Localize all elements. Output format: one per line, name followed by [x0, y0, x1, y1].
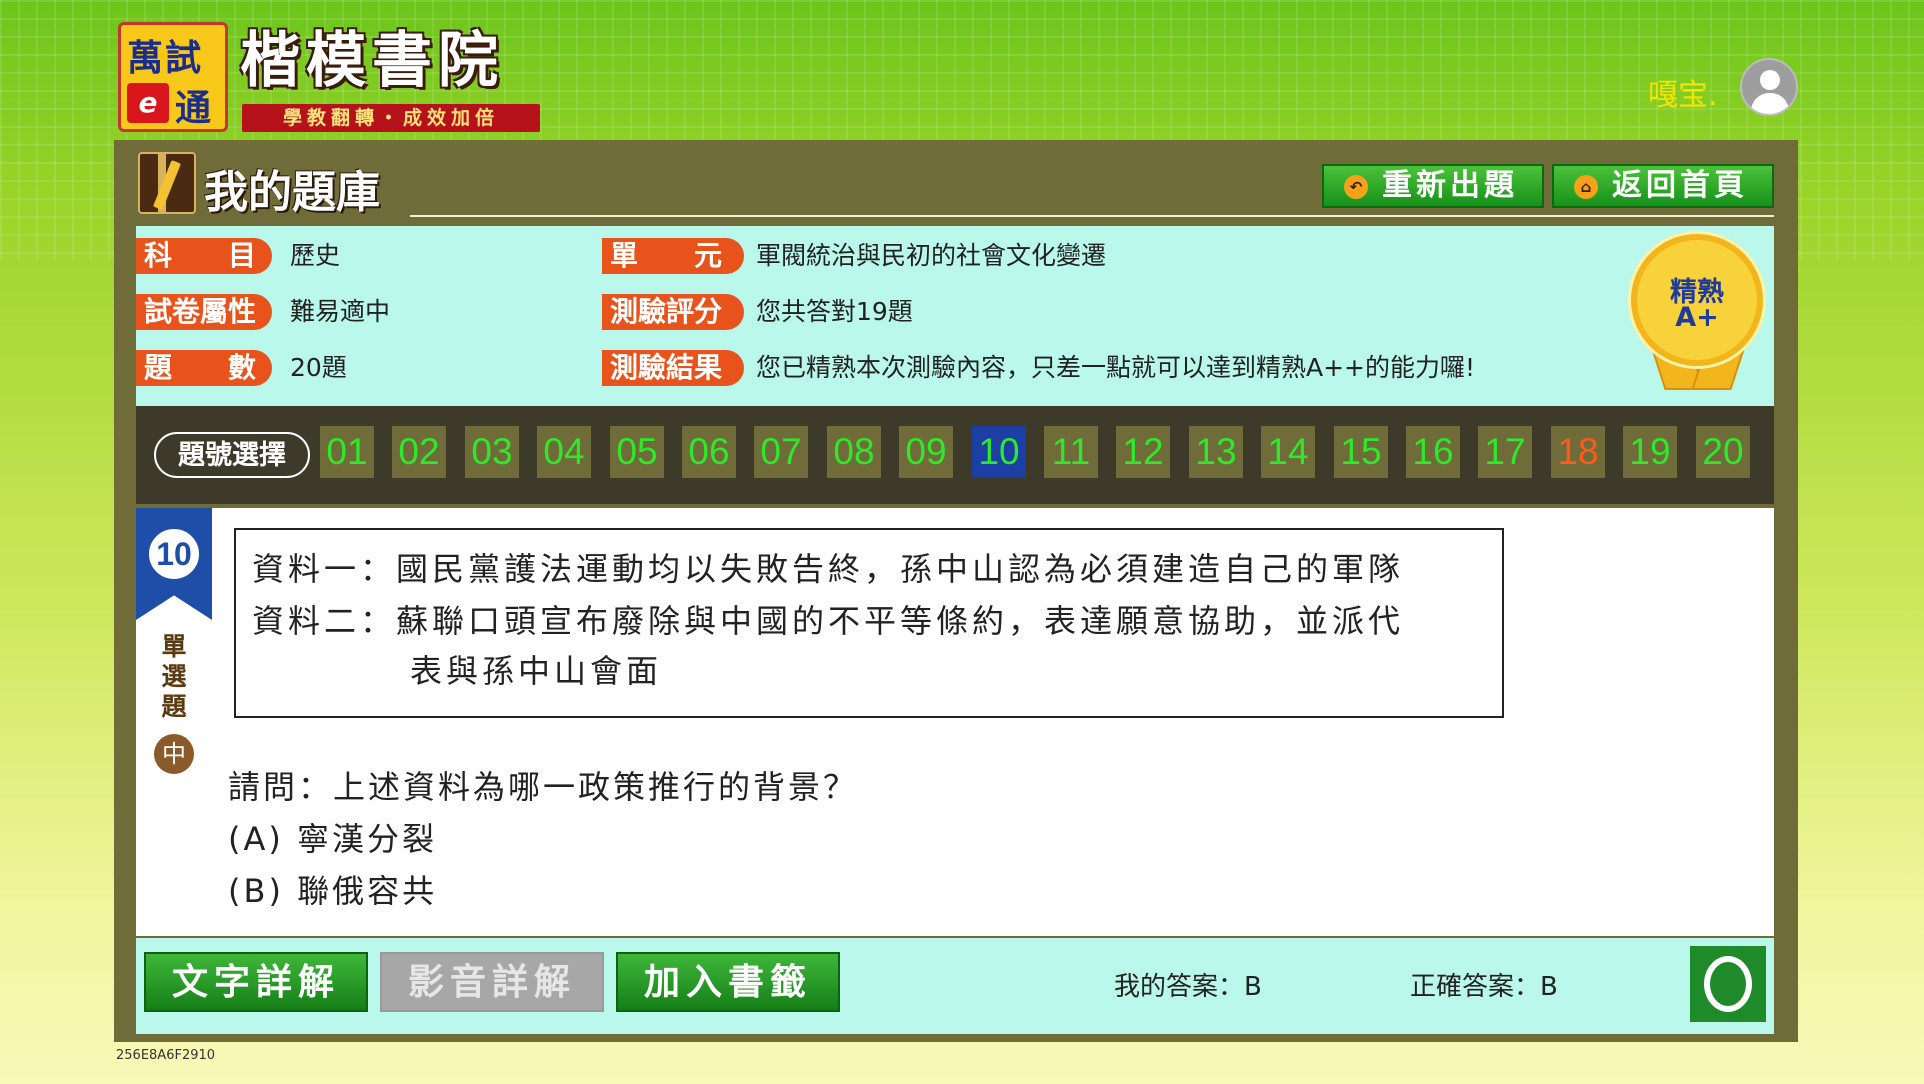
reset-button[interactable]: ↶ 重新出題	[1322, 164, 1544, 208]
unit-label: 單 元	[602, 238, 744, 274]
option-b[interactable]: (B) 聯俄容共	[228, 866, 437, 912]
question-number-17[interactable]: 17	[1478, 426, 1532, 478]
add-bookmark-button[interactable]: 加入書籤	[616, 952, 840, 1012]
wanshi-logo: 萬試 e 通	[118, 22, 228, 132]
reset-button-label: 重新出題	[1382, 168, 1518, 203]
answer-bar: 文字詳解 影音詳解 加入書籤 我的答案：B 正確答案：B	[136, 938, 1774, 1034]
source-line-1: 資料一：國民黨護法運動均以失敗告終，孫中山認為必須建造自己的軍隊	[252, 550, 1405, 588]
question-number-04[interactable]: 04	[537, 426, 591, 478]
user-name[interactable]: 嘎宝.	[1648, 70, 1718, 114]
correct-circle-icon	[1690, 946, 1766, 1022]
my-answer: 我的答案：B	[1114, 972, 1262, 1002]
question-number: 10	[146, 526, 202, 582]
result-value: 您已精熟本次測驗內容，只差一點就可以達到精熟A++的能力囉!	[756, 353, 1476, 382]
question-number-05[interactable]: 05	[610, 426, 664, 478]
question-number-01[interactable]: 01	[320, 426, 374, 478]
score-value: 您共答對19題	[756, 297, 913, 326]
question-select-label: 題號選擇	[154, 432, 310, 478]
user-avatar-icon[interactable]	[1740, 58, 1798, 116]
source-line-3: 表與孫中山會面	[410, 652, 663, 690]
question-number-15[interactable]: 15	[1334, 426, 1388, 478]
question-type-char: 題	[161, 692, 187, 721]
question-bank-panel: 我的題庫 ↶ 重新出題 ⌂ 返回首頁 科 目 歷史 試卷屬性 難易適中 題 數 …	[114, 140, 1798, 1042]
count-value: 20題	[290, 353, 347, 382]
question-number-13[interactable]: 13	[1189, 426, 1243, 478]
question-number-20[interactable]: 20	[1696, 426, 1750, 478]
question-number-16[interactable]: 16	[1406, 426, 1460, 478]
paper-value: 難易適中	[290, 297, 391, 326]
source-material-box: 資料一：國民黨護法運動均以失敗告終，孫中山認為必須建造自己的軍隊 資料二：蘇聯口…	[234, 528, 1504, 718]
question-number-11[interactable]: 11	[1044, 426, 1098, 478]
mastery-badge-icon: 精熟 A+	[1634, 240, 1760, 390]
subject-label: 科 目	[136, 238, 272, 274]
logo-left-line2: 通	[175, 87, 212, 129]
question-number-09[interactable]: 09	[899, 426, 953, 478]
badge-line2: A+	[1675, 302, 1719, 333]
logo-e-icon: e	[127, 83, 169, 123]
quiz-info: 科 目 歷史 試卷屬性 難易適中 題 數 20題 單 元 軍閥統治與民初的社會文…	[136, 226, 1774, 406]
source-line-2: 資料二：蘇聯口頭宣布廢除與中國的不平等條約，表達願意協助，並派代	[252, 602, 1405, 640]
question-number-06[interactable]: 06	[682, 426, 736, 478]
question-number-bar: 題號選擇 01 02 03 04 05 06 07 08 09 10 11 12 13 14 15 16 17 1…	[136, 406, 1774, 504]
question-content: 10 單 選 題 中 資料一：國民黨護法運動均以失敗告終，孫中山認為必須建造自己…	[136, 508, 1774, 936]
home-button[interactable]: ⌂ 返回首頁	[1552, 164, 1774, 208]
unit-value: 軍閥統治與民初的社會文化變遷	[756, 241, 1107, 270]
question-number-12[interactable]: 12	[1116, 426, 1170, 478]
text-explanation-button[interactable]: 文字詳解	[144, 952, 368, 1012]
home-button-label: 返回首頁	[1612, 168, 1748, 203]
question-number-07[interactable]: 07	[754, 426, 808, 478]
question-number-03[interactable]: 03	[465, 426, 519, 478]
paper-label: 試卷屬性	[136, 294, 272, 330]
logo-title: 楷模書院	[240, 26, 504, 96]
correct-answer: 正確答案：B	[1410, 972, 1558, 1002]
question-type: 單 選 題	[154, 632, 194, 722]
question-number-18[interactable]: 18	[1551, 426, 1605, 478]
question-number-02[interactable]: 02	[392, 426, 446, 478]
question-prompt: 請問：上述資料為哪一政策推行的背景？	[228, 768, 859, 806]
question-type-char: 單	[161, 632, 187, 661]
question-number-14[interactable]: 14	[1261, 426, 1315, 478]
question-type-char: 選	[161, 662, 187, 691]
question-number-19[interactable]: 19	[1623, 426, 1677, 478]
footer-id: 256E8A6F2910	[116, 1048, 216, 1063]
score-label: 測驗評分	[602, 294, 744, 330]
page-title: 我的題庫	[204, 167, 380, 218]
logo-left-line1: 萬試	[127, 37, 204, 79]
count-label: 題 數	[136, 350, 272, 386]
question-number-08[interactable]: 08	[827, 426, 881, 478]
header-divider	[410, 215, 1774, 217]
home-icon: ⌂	[1574, 175, 1598, 199]
option-a[interactable]: (A) 寧漢分裂	[228, 814, 437, 860]
video-explanation-button: 影音詳解	[380, 952, 604, 1012]
logo-slogan: 學教翻轉・成效加倍	[242, 104, 540, 132]
notebook-icon	[138, 152, 196, 214]
difficulty-badge: 中	[154, 734, 194, 774]
kaimo-logo: 楷模書院 學教翻轉・成效加倍	[240, 24, 542, 132]
subject-value: 歷史	[290, 241, 341, 270]
undo-icon: ↶	[1344, 175, 1368, 199]
question-number-10[interactable]: 10	[972, 426, 1026, 478]
result-label: 測驗結果	[602, 350, 744, 386]
